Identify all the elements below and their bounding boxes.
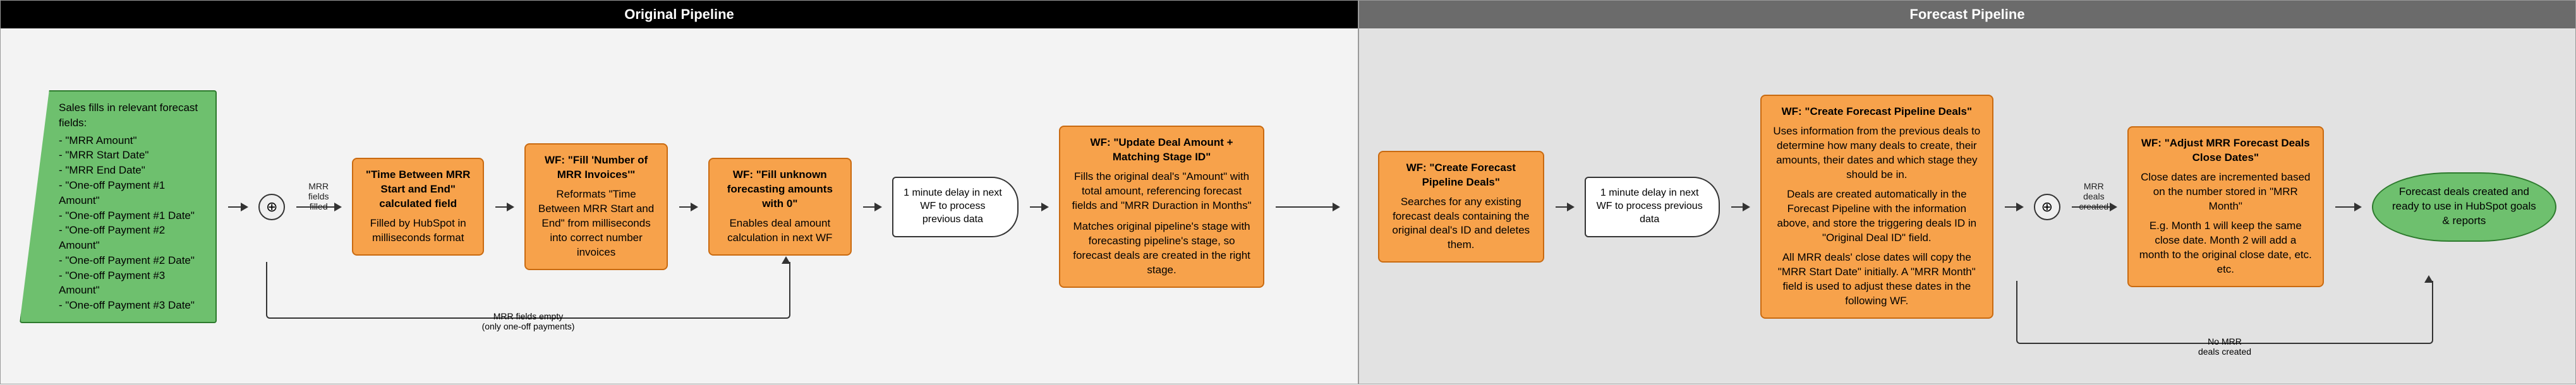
delay-node-1: 1 minute delay in next WF to process pre… bbox=[892, 177, 1019, 237]
node-wf-create-forecast: WF: "Create Forecast Pipeline Deals" Sea… bbox=[1378, 151, 1544, 263]
node-title: WF: "Create Forecast Pipeline Deals" bbox=[1389, 161, 1533, 190]
edge-label-mrr-created: MRR deals created bbox=[2079, 181, 2108, 211]
arrow bbox=[2005, 206, 2023, 208]
end-text: Forecast deals created and ready to use … bbox=[2390, 185, 2539, 228]
arrow bbox=[228, 206, 247, 208]
node-wf-create-forecast-deals: WF: "Create Forecast Pipeline Deals" Use… bbox=[1760, 95, 1993, 318]
node-body: All MRR deals' close dates will copy the… bbox=[1772, 251, 1982, 309]
delay-text: 1 minute delay in next WF to process pre… bbox=[1595, 187, 1705, 226]
branch-no-mrr: No MRR deals created bbox=[2016, 281, 2433, 344]
node-body: Close dates are incremented based on the… bbox=[2139, 170, 2313, 214]
edge-label-mrr-filled: MRR fields filled bbox=[308, 181, 330, 211]
diagram-root: Original Pipeline Sales fills in relevan… bbox=[0, 0, 2576, 384]
arrow bbox=[1731, 206, 1749, 208]
delay-node-2: 1 minute delay in next WF to process pre… bbox=[1585, 177, 1720, 237]
node-body: Deals are created automatically in the F… bbox=[1772, 187, 1982, 246]
end-node: Forecast deals created and ready to use … bbox=[2372, 172, 2556, 242]
node-calc-time: "Time Between MRR Start and End" calcula… bbox=[352, 158, 484, 256]
start-field: "MRR End Date" bbox=[59, 163, 203, 178]
gateway-mrr-check: ⊕ bbox=[258, 194, 285, 220]
node-title: WF: "Create Forecast Pipeline Deals" bbox=[1772, 105, 1982, 119]
arrow bbox=[1556, 206, 1573, 208]
arrow bbox=[2335, 206, 2361, 208]
start-field: "MRR Amount" bbox=[59, 133, 203, 148]
node-body: E.g. Month 1 will keep the same close da… bbox=[2139, 219, 2313, 277]
start-node: Sales fills in relevant forecast fields:… bbox=[20, 90, 217, 323]
pane-original-title: Original Pipeline bbox=[1, 1, 1358, 28]
node-title: WF: "Update Deal Amount + Matching Stage… bbox=[1070, 136, 1253, 165]
arrow: MRR deals created bbox=[2072, 206, 2116, 208]
node-body: Searches for any existing forecast deals… bbox=[1389, 195, 1533, 253]
edge-label-mrr-empty: MRR fields empty (only one-off payments) bbox=[482, 311, 575, 331]
arrow bbox=[495, 206, 513, 208]
arrow bbox=[1030, 206, 1048, 208]
node-wf-num-invoices: WF: "Fill 'Number of MRR Invoices'" Refo… bbox=[524, 143, 668, 270]
flow-forecast: WF: "Create Forecast Pipeline Deals" Sea… bbox=[1359, 28, 2575, 385]
start-field: "One-off Payment #3 Date" bbox=[59, 298, 203, 313]
node-title: WF: "Fill 'Number of MRR Invoices'" bbox=[536, 153, 656, 182]
arrow bbox=[679, 206, 697, 208]
node-title: "Time Between MRR Start and End" calcula… bbox=[363, 168, 473, 211]
node-body: Fills the original deal's "Amount" with … bbox=[1070, 170, 1253, 213]
pane-original: Original Pipeline Sales fills in relevan… bbox=[0, 0, 1358, 384]
start-field: "One-off Payment #1 Amount" bbox=[59, 178, 203, 208]
start-field: "One-off Payment #2 Amount" bbox=[59, 223, 203, 253]
start-field: "One-off Payment #2 Date" bbox=[59, 253, 203, 268]
node-body: Filled by HubSpot in milliseconds format bbox=[363, 216, 473, 246]
start-field: "MRR Start Date" bbox=[59, 148, 203, 163]
pane-forecast-title: Forecast Pipeline bbox=[1359, 1, 2575, 28]
branch-mrr-empty: MRR fields empty (only one-off payments) bbox=[266, 262, 790, 319]
node-body: Reformats "Time Between MRR Start and En… bbox=[536, 187, 656, 260]
node-wf-update-deal: WF: "Update Deal Amount + Matching Stage… bbox=[1059, 126, 1264, 287]
delay-text: 1 minute delay in next WF to process pre… bbox=[902, 187, 1003, 226]
start-field: "One-off Payment #1 Date" bbox=[59, 208, 203, 223]
node-body: Matches original pipeline's stage with f… bbox=[1070, 220, 1253, 278]
start-field-list: "MRR Amount" "MRR Start Date" "MRR End D… bbox=[59, 133, 203, 314]
gateway-mrr-created: ⊕ bbox=[2034, 194, 2060, 220]
node-wf-fill-zero: WF: "Fill unknown forecasting amounts wi… bbox=[708, 158, 852, 256]
arrow-cross-pane bbox=[1276, 206, 1339, 208]
node-body: Enables deal amount calculation in next … bbox=[720, 216, 840, 246]
start-field: "One-off Payment #3 Amount" bbox=[59, 268, 203, 299]
node-body: Uses information from the previous deals… bbox=[1772, 124, 1982, 182]
flow-original: Sales fills in relevant forecast fields:… bbox=[1, 28, 1358, 385]
node-title: WF: "Fill unknown forecasting amounts wi… bbox=[720, 168, 840, 211]
node-title: WF: "Adjust MRR Forecast Deals Close Dat… bbox=[2139, 136, 2313, 165]
arrowhead-icon bbox=[2424, 275, 2433, 283]
arrowhead-icon bbox=[782, 256, 790, 264]
start-title: Sales fills in relevant forecast fields: bbox=[59, 100, 203, 131]
edge-label-no-mrr: No MRR deals created bbox=[2198, 336, 2251, 357]
arrow: MRR fields filled bbox=[296, 206, 341, 208]
pane-forecast: Forecast Pipeline WF: "Create Forecast P… bbox=[1358, 0, 2576, 384]
node-wf-adjust-close: WF: "Adjust MRR Forecast Deals Close Dat… bbox=[2127, 126, 2324, 287]
arrow bbox=[863, 206, 881, 208]
